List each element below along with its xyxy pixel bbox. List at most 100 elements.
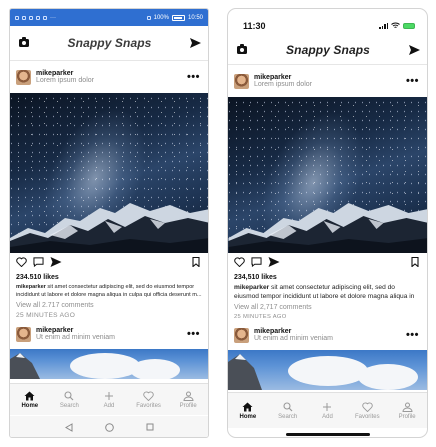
share-icon[interactable] <box>268 254 280 272</box>
profile-icon <box>402 402 413 412</box>
notification-icon <box>29 15 33 20</box>
camera-icon[interactable] <box>237 44 247 54</box>
tab-home[interactable]: Home <box>230 402 266 420</box>
tab-add[interactable]: Add <box>91 391 127 409</box>
tab-label: Search <box>278 413 298 420</box>
avatar[interactable] <box>16 69 31 85</box>
tab-label: Profile <box>179 402 197 409</box>
battery-icon <box>171 14 185 21</box>
post-image[interactable] <box>10 93 208 253</box>
more-options-icon[interactable]: ••• <box>406 329 419 341</box>
post-subtitle: Lorem ipsum dolor <box>36 77 94 84</box>
send-icon[interactable] <box>408 45 420 55</box>
like-icon[interactable] <box>234 254 245 272</box>
post-actions <box>10 253 208 273</box>
post-username[interactable]: mikeparker <box>36 327 187 334</box>
notification-icon <box>43 15 47 20</box>
post-username[interactable]: mikeparker <box>254 328 406 335</box>
bookmark-icon[interactable] <box>411 254 419 272</box>
comment-icon[interactable] <box>251 254 262 272</box>
post-subtitle: Ut enim ad minim veniam <box>254 335 333 343</box>
tab-bar: Home Search Add Favorites Profile <box>228 392 427 428</box>
post-timestamp: 25 MINUTES AGO <box>16 312 76 320</box>
camera-icon[interactable] <box>19 37 29 47</box>
signal-icon <box>379 22 388 29</box>
status-time: 11:30 <box>243 20 266 31</box>
tab-label: Favorites <box>354 413 380 420</box>
post-image-2[interactable] <box>10 349 208 380</box>
avatar[interactable] <box>234 73 249 89</box>
post-header-2: mikeparker Ut enim ad minim veniam ••• <box>228 320 427 350</box>
back-icon[interactable] <box>64 422 73 432</box>
home-icon <box>24 391 35 400</box>
notification-icon <box>15 15 19 20</box>
post-timestamp: 25 MINUTES AGO <box>234 314 287 321</box>
tab-label: Profile <box>398 413 416 420</box>
post-subtitle: Lorem ipsum dolor <box>254 81 312 88</box>
tab-profile[interactable]: Profile <box>170 391 206 409</box>
post-header: mikeparker Lorem ipsum dolor ••• <box>228 65 427 97</box>
tab-label: Home <box>239 413 257 420</box>
android-phone: ··· 100% 10:50 Snappy Snaps mikeparker L… <box>9 8 209 438</box>
recents-icon[interactable] <box>146 423 154 431</box>
avatar[interactable] <box>16 326 31 342</box>
battery-percent: 100% <box>153 14 169 21</box>
bookmark-icon[interactable] <box>192 254 200 272</box>
tab-profile[interactable]: Profile <box>389 402 425 420</box>
android-status-bar: ··· 100% 10:50 <box>10 9 208 26</box>
home-button-icon[interactable] <box>104 422 114 432</box>
search-icon <box>64 390 74 400</box>
home-indicator[interactable] <box>286 433 370 436</box>
share-icon[interactable] <box>50 254 62 272</box>
ios-phone: 11:30 Snappy Snaps mikeparker Lorem ipsu… <box>227 8 428 438</box>
tab-search[interactable]: Search <box>51 390 87 409</box>
comment-icon[interactable] <box>33 254 44 272</box>
search-icon <box>283 401 293 411</box>
likes-count[interactable]: 234.510 likes <box>10 274 208 281</box>
more-notifications-icon: ··· <box>50 14 56 21</box>
app-header: Snappy Snaps <box>10 26 208 60</box>
app-title: Snappy Snaps <box>286 43 370 57</box>
notification-icon <box>22 15 26 20</box>
profile-icon <box>183 391 194 401</box>
app-header: Snappy Snaps <box>228 36 427 64</box>
android-nav-bar <box>10 416 208 437</box>
tab-search[interactable]: Search <box>270 401 306 420</box>
post-username[interactable]: mikeparker <box>36 70 187 77</box>
post-caption: mikeparker sit amet consectetur adipisci… <box>228 281 427 301</box>
post-username[interactable]: mikeparker <box>254 74 406 81</box>
post-image-2[interactable] <box>228 350 427 391</box>
status-icons-right: 100% 10:50 <box>146 14 203 21</box>
tab-favorites[interactable]: Favorites <box>349 401 385 420</box>
view-comments-link[interactable]: View all 2.717 comments <box>10 299 208 309</box>
caption-username[interactable]: mikeparker <box>16 284 46 290</box>
more-options-icon[interactable]: ••• <box>406 75 419 87</box>
tab-label: Home <box>21 402 39 409</box>
status-icons-left: ··· <box>15 15 56 21</box>
more-options-icon[interactable]: ••• <box>187 71 200 83</box>
home-icon <box>242 402 253 411</box>
add-icon <box>323 402 332 411</box>
heart-icon <box>143 390 154 401</box>
status-time: 10:50 <box>187 14 203 21</box>
view-comments-link[interactable]: View all 2,717 comments <box>228 301 427 311</box>
nfc-icon <box>146 15 151 20</box>
post-header-2: mikeparker Ut enim ad minim veniam ••• <box>10 319 208 349</box>
like-icon[interactable] <box>16 254 27 272</box>
likes-count[interactable]: 234,510 likes <box>228 274 427 281</box>
post-header: mikeparker Lorem ipsum dolor ••• <box>10 61 208 93</box>
tab-home[interactable]: Home <box>12 391 48 409</box>
more-options-icon[interactable]: ••• <box>187 328 200 340</box>
send-icon[interactable] <box>189 38 201 48</box>
tab-label: Favorites <box>136 402 161 409</box>
tab-favorites[interactable]: Favorites <box>131 390 167 409</box>
post-image[interactable] <box>228 97 427 253</box>
tab-add[interactable]: Add <box>309 402 345 420</box>
caption-username[interactable]: mikeparker <box>234 284 269 291</box>
battery-icon <box>403 22 415 29</box>
heart-icon <box>362 401 373 412</box>
avatar[interactable] <box>234 327 249 343</box>
tab-label: Add <box>322 413 333 420</box>
add-icon <box>104 391 113 400</box>
tab-bar: Home Search Add Favorites Profile <box>10 383 208 415</box>
